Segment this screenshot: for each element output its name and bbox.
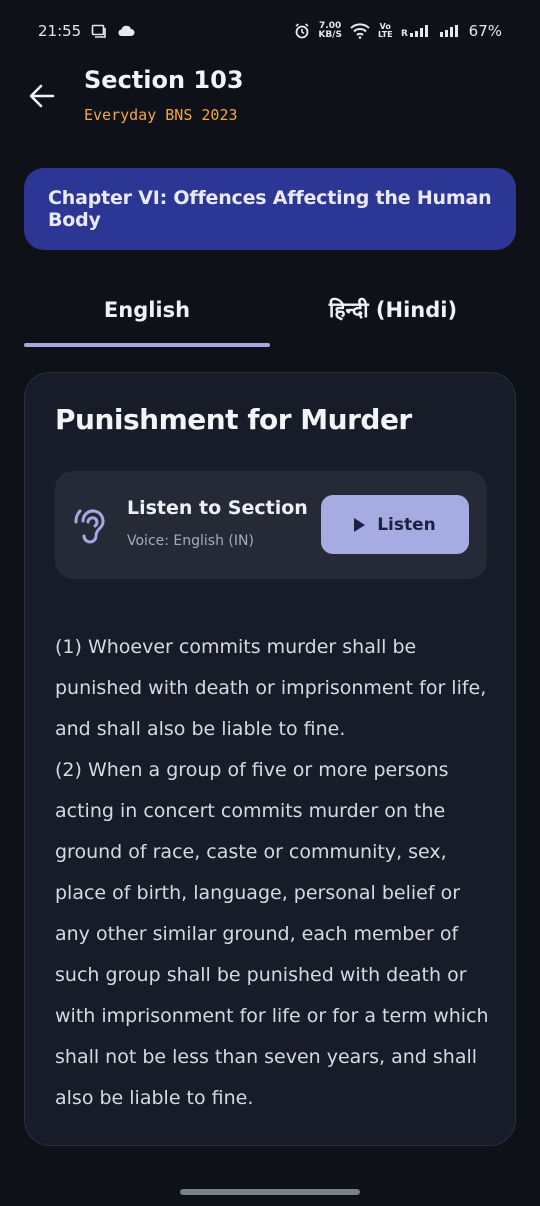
battery-percent: 67%: [468, 22, 502, 40]
page-title: Section 103: [84, 66, 244, 94]
back-button[interactable]: [24, 78, 60, 114]
listen-button[interactable]: Listen: [321, 495, 469, 554]
volte-bottom: LTE: [377, 30, 393, 39]
section-body: (1) Whoever commits murder shall be puni…: [55, 627, 491, 1119]
section-title: Punishment for Murder: [55, 403, 412, 436]
status-bar: 21:55 7.00 KB/S Vo LTE R 67%: [0, 0, 540, 62]
chapter-banner: Chapter VI: Offences Affecting the Human…: [24, 168, 516, 250]
volte-indicator: Vo LTE: [378, 23, 393, 39]
net-speed: 7.00 KB/S: [318, 22, 342, 40]
cloud-icon: [117, 25, 135, 37]
screen-mirror-icon: [91, 24, 107, 38]
signal-sim2-icon: [439, 24, 461, 38]
alarm-icon: [294, 23, 310, 39]
hearing-icon: [74, 509, 105, 544]
listen-panel: Listen to Section Voice: English (IN) Li…: [55, 471, 487, 579]
status-left: 21:55: [38, 22, 135, 40]
gesture-nav-handle[interactable]: [180, 1189, 360, 1195]
tab-english[interactable]: English: [24, 280, 270, 340]
play-icon: [354, 517, 366, 532]
page-subtitle: Everyday BNS 2023: [84, 106, 238, 124]
screen: 21:55 7.00 KB/S Vo LTE R 67% Section 103…: [0, 0, 540, 1206]
tab-indicator: [24, 343, 270, 347]
listen-button-label: Listen: [377, 514, 436, 535]
wifi-icon: [350, 23, 370, 39]
net-speed-unit: KB/S: [318, 30, 342, 40]
status-time: 21:55: [38, 22, 82, 40]
svg-text:R: R: [401, 29, 408, 38]
status-right: 7.00 KB/S Vo LTE R 67%: [294, 22, 502, 40]
section-paragraph-1: (1) Whoever commits murder shall be puni…: [55, 636, 487, 740]
tab-hindi[interactable]: हिन्दी (Hindi): [270, 280, 516, 340]
listen-title: Listen to Section: [127, 497, 308, 519]
listen-voice: Voice: English (IN): [127, 533, 254, 549]
signal-sim1-icon: R: [401, 24, 431, 38]
section-paragraph-2: (2) When a group of five or more persons…: [55, 759, 489, 1109]
chapter-title: Chapter VI: Offences Affecting the Human…: [48, 187, 492, 231]
app-bar: Section 103 Everyday BNS 2023: [0, 62, 540, 142]
section-card: Punishment for Murder Listen to Section …: [24, 372, 516, 1146]
language-tabs: English हिन्दी (Hindi): [24, 280, 516, 348]
arrow-left-icon: [29, 84, 55, 108]
